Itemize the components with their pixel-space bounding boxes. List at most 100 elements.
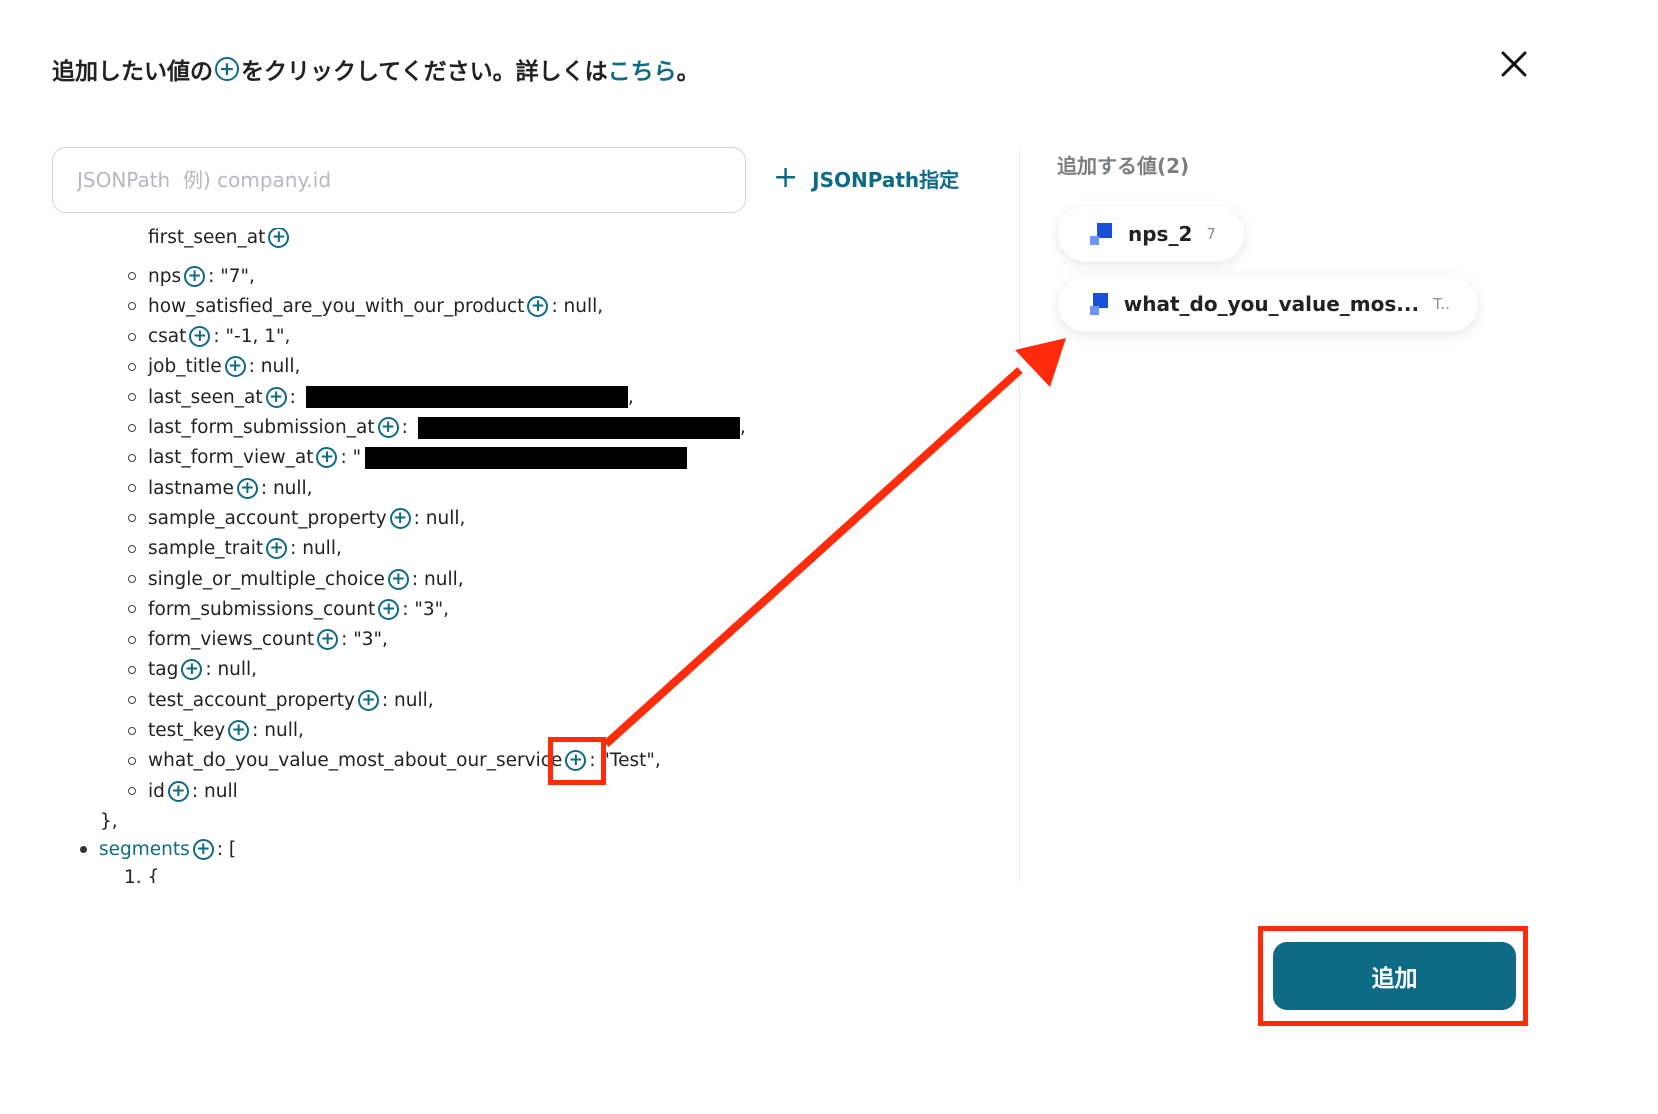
- jsonpath-specify-button[interactable]: + JSONPath指定: [773, 163, 959, 193]
- tree-row: test_key +: null,: [128, 716, 304, 746]
- add-value-icon[interactable]: +: [317, 629, 339, 651]
- instruction-text-start: 追加したい値の: [52, 59, 213, 85]
- tree-row: csat +: "-1, 1",: [128, 322, 290, 352]
- instruction-text: 追加したい値の + をクリックしてください。詳しくは こちら 。: [52, 52, 700, 86]
- tree-key: last_form_view_at: [148, 447, 314, 469]
- bullet-circle-icon: [128, 302, 136, 311]
- tree-value: : null,: [290, 538, 342, 560]
- bullet-circle-icon: [128, 484, 136, 493]
- tree-value: : "3",: [402, 598, 449, 620]
- tree-row: form_submissions_count +: "3",: [128, 594, 449, 624]
- chip-name: what_do_you_value_mos...: [1123, 292, 1420, 316]
- instruction-text-middle: をクリックしてください。詳しくは: [241, 59, 608, 85]
- add-value-icon[interactable]: +: [224, 356, 246, 378]
- redacted-value: [365, 446, 688, 469]
- added-values-title: 追加する値(2): [1057, 154, 1190, 178]
- tree-value: : null,: [252, 720, 304, 741]
- add-value-icon[interactable]: +: [265, 386, 287, 408]
- tree-row: last_form_view_at +: ": [128, 443, 688, 473]
- chip-value: 7: [1206, 225, 1216, 243]
- tree-row: what_do_you_value_most_about_our_service…: [128, 746, 661, 776]
- bullet-circle-icon: [128, 575, 136, 583]
- tree-key: form_submissions_count: [148, 598, 376, 620]
- add-value-icon[interactable]: +: [266, 538, 288, 560]
- add-value-icon[interactable]: +: [527, 295, 549, 317]
- tree-row: tag +: null,: [128, 655, 257, 685]
- tree-key: sample_trait: [148, 538, 264, 560]
- bullet-circle-icon: [128, 362, 136, 371]
- bullet-circle-icon: [128, 514, 136, 523]
- jsonpath-search-input[interactable]: [52, 147, 746, 213]
- add-value-icon[interactable]: +: [167, 780, 189, 802]
- instruction-text-end: 。: [676, 59, 700, 85]
- tree-value: : ": [340, 447, 362, 469]
- add-value-icon[interactable]: +: [181, 659, 203, 681]
- tree-row-segments: segments + : [: [80, 834, 236, 864]
- tree-value: :: [401, 417, 408, 438]
- tree-value: : null,: [551, 295, 604, 317]
- tree-value: : "Test",: [589, 750, 661, 772]
- tree-key-segments[interactable]: segments: [99, 839, 190, 860]
- add-value-icon[interactable]: +: [189, 326, 211, 348]
- add-value-icon[interactable]: +: [268, 228, 290, 248]
- tree-key: last_form_submission_at: [148, 417, 375, 438]
- tree-value: : null,: [413, 507, 466, 529]
- close-icon: [1501, 51, 1527, 77]
- tree-value: : null,: [205, 659, 258, 681]
- tree-key: id: [148, 780, 165, 802]
- tree-value: : null,: [248, 356, 301, 378]
- tree-row: sample_trait +: null,: [128, 534, 342, 564]
- add-value-icon[interactable]: +: [389, 507, 411, 529]
- bullet-circle-icon: [128, 423, 136, 432]
- tree-value: : null,: [381, 689, 434, 711]
- add-value-icon[interactable]: +: [236, 477, 258, 499]
- help-link[interactable]: こちら: [608, 52, 677, 86]
- add-value-icon[interactable]: +: [377, 417, 399, 438]
- added-value-chip[interactable]: nps_2 7: [1058, 206, 1244, 262]
- add-value-icon[interactable]: +: [184, 265, 206, 287]
- tree-row: nps +: "7",: [128, 261, 255, 291]
- tree-row: last_form_submission_at +:,: [128, 413, 746, 443]
- tree-key: sample_account_property: [148, 507, 387, 529]
- tree-row: single_or_multiple_choice +: null,: [128, 564, 464, 594]
- tree-row: lastname +: null,: [128, 473, 313, 503]
- add-value-icon[interactable]: +: [387, 568, 409, 590]
- tree-value: : null,: [411, 568, 464, 590]
- tree-row: job_title +: null,: [128, 352, 300, 382]
- tree-key: how_satisfied_are_you_with_our_product: [148, 295, 525, 317]
- tree-value: : "3",: [341, 629, 388, 651]
- tree-key: test_key: [148, 720, 226, 741]
- chip-name: nps_2: [1128, 222, 1193, 246]
- add-value-icon[interactable]: +: [378, 598, 400, 620]
- tree-row: sample_account_property +: null,: [128, 503, 465, 533]
- tree-key: csat: [148, 326, 187, 348]
- tree-key: lastname: [148, 477, 234, 499]
- bullet-circle-icon: [128, 544, 136, 553]
- add-value-icon[interactable]: +: [565, 750, 587, 772]
- jsonpath-specify-label: JSONPath指定: [812, 167, 960, 192]
- add-button[interactable]: 追加: [1273, 942, 1516, 1010]
- tree-value: : null,: [260, 477, 313, 499]
- tree-row: last_seen_at +:,: [128, 382, 634, 412]
- json-tree[interactable]: first_seen_at + nps +: "7", how_satisfied_…: [52, 228, 992, 883]
- bullet-circle-icon: [128, 696, 136, 705]
- arrow-head-icon: [1015, 338, 1066, 387]
- close-button[interactable]: [1494, 44, 1534, 84]
- add-value-icon[interactable]: +: [357, 689, 379, 711]
- added-value-chip[interactable]: what_do_you_value_mos... T..: [1058, 276, 1478, 332]
- tree-closing-brace: },: [100, 810, 118, 832]
- bullet-circle-icon: [128, 605, 136, 614]
- tree-value-tail: ,: [627, 386, 634, 408]
- add-value-icon[interactable]: +: [192, 838, 214, 860]
- bullet-circle-icon: [128, 453, 136, 462]
- value-type-icon: [1090, 223, 1112, 245]
- tree-row: id +: null: [128, 776, 238, 806]
- tree-row: how_satisfied_are_you_with_our_product +:…: [128, 291, 603, 321]
- tree-key: single_or_multiple_choice: [148, 568, 385, 590]
- redacted-value: [305, 386, 628, 409]
- add-value-icon[interactable]: +: [316, 447, 338, 469]
- tree-value: :: [289, 386, 296, 408]
- bullet-circle-icon: [128, 726, 136, 735]
- add-value-icon[interactable]: +: [228, 720, 250, 741]
- tree-key: last_seen_at: [148, 386, 263, 408]
